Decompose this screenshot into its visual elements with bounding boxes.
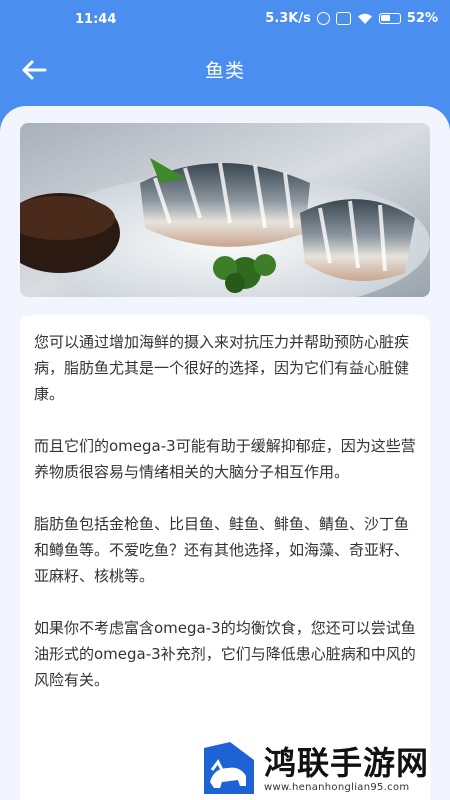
- watermark-title: 鸿联手游网: [264, 744, 430, 782]
- hero-image: [20, 123, 430, 297]
- app-bar: 鱼类: [0, 40, 450, 106]
- wifi-icon: [357, 13, 373, 25]
- battery-icon: [378, 13, 401, 24]
- app-screen: 11:44 5.3K/s 52% 鱼类 您可以通过增加海鲜的摄入来对抗压力并帮助…: [0, 0, 450, 800]
- article-paragraph: 您可以通过增加海鲜的摄入来对抗压力并帮助预防心脏疾病，脂肪鱼尤其是一个很好的选择…: [34, 333, 410, 403]
- content-panel: 您可以通过增加海鲜的摄入来对抗压力并帮助预防心脏疾病，脂肪鱼尤其是一个很好的选择…: [0, 106, 450, 800]
- article-paragraph: 脂肪鱼包括金枪鱼、比目鱼、鲑鱼、鲱鱼、鲭鱼、沙丁鱼和鳟鱼等。不爱吃鱼？还有其他选…: [34, 515, 410, 585]
- sim-off-icon: [335, 12, 351, 25]
- status-indicators: 5.3K/s 52%: [265, 11, 438, 26]
- alarm-icon: [316, 12, 330, 25]
- battery-percent: 52%: [406, 11, 438, 26]
- article-paragraph: 如果你不考虑富含omega-3的均衡饮食，您还可以尝试鱼油形式的omega-3补…: [34, 619, 416, 689]
- article-card: 您可以通过增加海鲜的摄入来对抗压力并帮助预防心脏疾病，脂肪鱼尤其是一个很好的选择…: [20, 315, 430, 800]
- watermark: 鸿联手游网 www.henanhonglian95.com: [200, 737, 450, 800]
- sushi-illustration: [20, 123, 430, 297]
- watermark-url: www.henanhonglian95.com: [264, 782, 410, 793]
- status-bar: 11:44 5.3K/s 52%: [0, 0, 450, 40]
- article-paragraph: 而且它们的omega-3可能有助于缓解抑郁症，因为这些营养物质很容易与情绪相关的…: [34, 437, 416, 481]
- bison-logo-icon: [204, 741, 254, 794]
- status-time: 11:44: [75, 12, 117, 27]
- page-title: 鱼类: [204, 60, 245, 82]
- network-speed: 5.3K/s: [265, 11, 311, 26]
